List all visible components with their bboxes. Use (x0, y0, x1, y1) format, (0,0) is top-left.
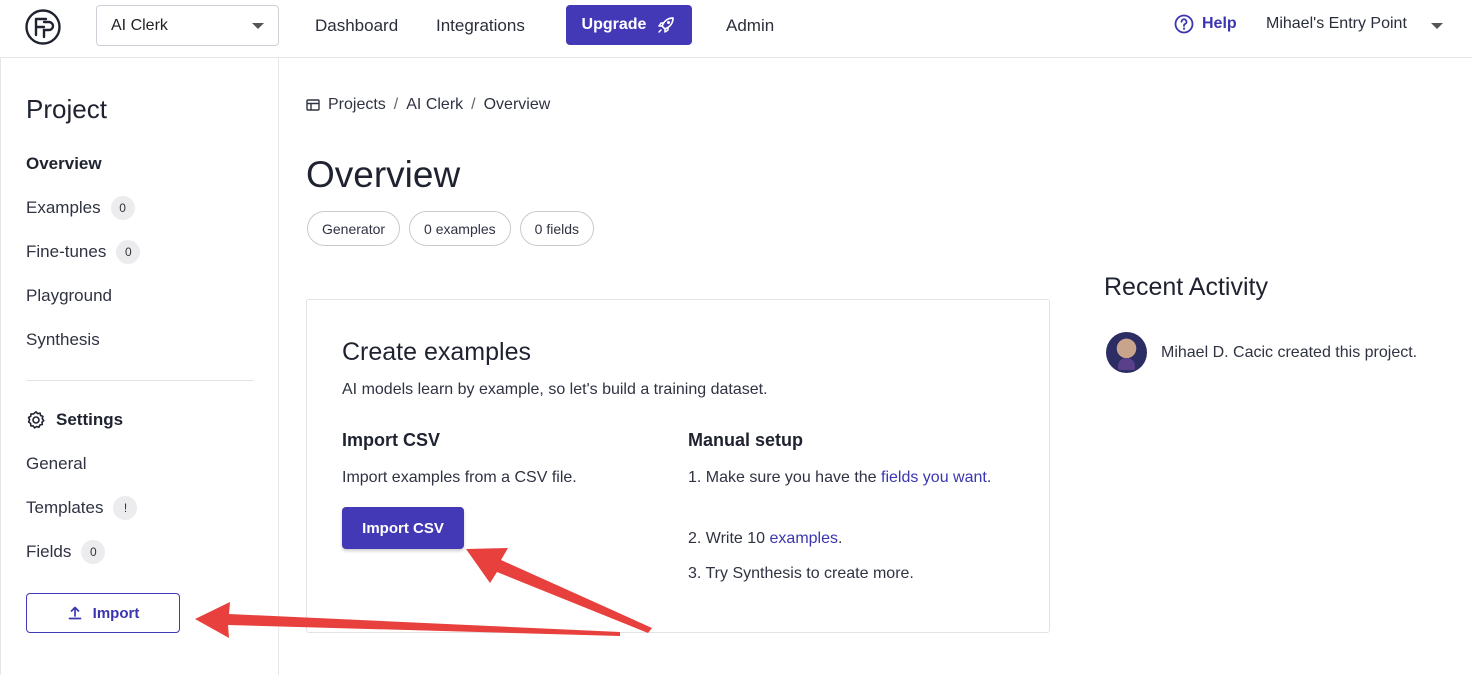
sidebar-item-label: Fields (26, 542, 72, 561)
account-menu[interactable]: Mihael's Entry Point (1266, 15, 1407, 33)
breadcrumb-current: Overview (483, 96, 551, 113)
type-tag: Generator (307, 211, 401, 246)
step-text: . (986, 469, 992, 486)
top-navigation: AI Clerk Dashboard Integrations Upgrade … (0, 0, 1472, 58)
sidebar-item-overview[interactable]: Overview (26, 154, 102, 174)
breadcrumb: Projects / AI Clerk / Overview (306, 96, 550, 114)
sidebar-item-label: Examples (26, 198, 101, 217)
fields-link[interactable]: fields you want (881, 469, 987, 486)
avatar (1106, 332, 1147, 373)
nav-dashboard[interactable]: Dashboard (315, 16, 398, 36)
logo-icon[interactable] (24, 8, 62, 46)
import-button[interactable]: Import (26, 593, 180, 633)
sidebar-item-label: Playground (26, 286, 113, 305)
sidebar-item-synthesis[interactable]: Synthesis (26, 330, 100, 350)
breadcrumb-separator: / (393, 96, 399, 113)
breadcrumb-separator: / (471, 96, 476, 113)
sidebar-item-fine-tunes[interactable]: Fine-tunes 0 (26, 240, 141, 264)
sidebar-divider (26, 380, 254, 381)
breadcrumb-project[interactable]: AI Clerk (406, 96, 463, 114)
sidebar-item-label: Fine-tunes (26, 242, 107, 261)
step-text: 1. Make sure you have the (688, 469, 881, 486)
warning-badge: ! (113, 496, 138, 520)
sidebar-item-label: Synthesis (26, 330, 100, 349)
table-icon (306, 99, 320, 111)
activity-text: Mihael D. Cacic created this project. (1161, 343, 1418, 361)
create-examples-card: Create examples AI models learn by examp… (306, 299, 1050, 633)
project-select[interactable]: AI Clerk (96, 5, 279, 46)
page-title: Overview (306, 154, 461, 195)
sidebar-title: Project (26, 94, 107, 124)
sidebar-item-templates[interactable]: Templates ! (26, 496, 138, 520)
manual-setup-heading: Manual setup (688, 430, 804, 450)
chevron-down-icon[interactable] (1431, 23, 1443, 29)
sidebar-item-label: General (26, 454, 87, 473)
step-text: 2. Write 10 (688, 530, 770, 547)
manual-step-1: 1. Make sure you have the fields you wan… (688, 465, 998, 491)
project-tags: Generator 0 examples 0 fields (307, 211, 594, 246)
manual-step-3: 3. Try Synthesis to create more. (688, 565, 914, 582)
recent-activity-title: Recent Activity (1104, 273, 1268, 301)
count-badge: 0 (116, 240, 141, 264)
upgrade-label: Upgrade (581, 16, 647, 33)
sidebar-item-examples[interactable]: Examples 0 (26, 196, 135, 220)
step-text: . (838, 530, 843, 547)
import-csv-description: Import examples from a CSV file. (342, 469, 577, 486)
manual-step-2: 2. Write 10 examples. (688, 526, 842, 552)
count-badge: 0 (81, 540, 106, 564)
nav-integrations[interactable]: Integrations (436, 16, 525, 36)
sidebar-item-fields[interactable]: Fields 0 (26, 540, 106, 564)
help-link[interactable]: Help (1174, 14, 1237, 34)
upgrade-button[interactable]: Upgrade (566, 5, 692, 45)
gear-icon (27, 411, 45, 429)
sidebar: Project Overview Examples 0 Fine-tunes 0… (0, 58, 279, 675)
project-select-value: AI Clerk (111, 16, 168, 34)
chevron-down-icon (252, 23, 264, 29)
count-badge: 0 (110, 196, 135, 220)
fields-count-tag: 0 fields (519, 211, 594, 246)
breadcrumb-projects[interactable]: Projects (328, 96, 386, 114)
sidebar-item-label: Templates (26, 498, 104, 517)
examples-count-tag: 0 examples (409, 211, 511, 246)
help-label: Help (1202, 15, 1237, 32)
examples-link[interactable]: examples (770, 530, 838, 547)
activity-item: Mihael D. Cacic created this project. (1106, 332, 1417, 373)
import-csv-heading: Import CSV (342, 430, 441, 450)
card-subtitle: AI models learn by example, so let's bui… (342, 381, 768, 398)
help-circle-icon (1174, 14, 1194, 34)
sidebar-item-playground[interactable]: Playground (26, 286, 112, 306)
import-label: Import (92, 604, 140, 622)
sidebar-item-general[interactable]: General (26, 454, 86, 474)
upload-icon (68, 606, 82, 620)
settings-label: Settings (56, 410, 124, 429)
nav-admin[interactable]: Admin (726, 16, 774, 36)
rocket-icon (658, 17, 675, 33)
import-csv-button[interactable]: Import CSV (342, 507, 464, 549)
sidebar-item-label: Overview (26, 154, 102, 173)
card-title: Create examples (342, 338, 531, 366)
settings-heading: Settings (26, 410, 123, 430)
